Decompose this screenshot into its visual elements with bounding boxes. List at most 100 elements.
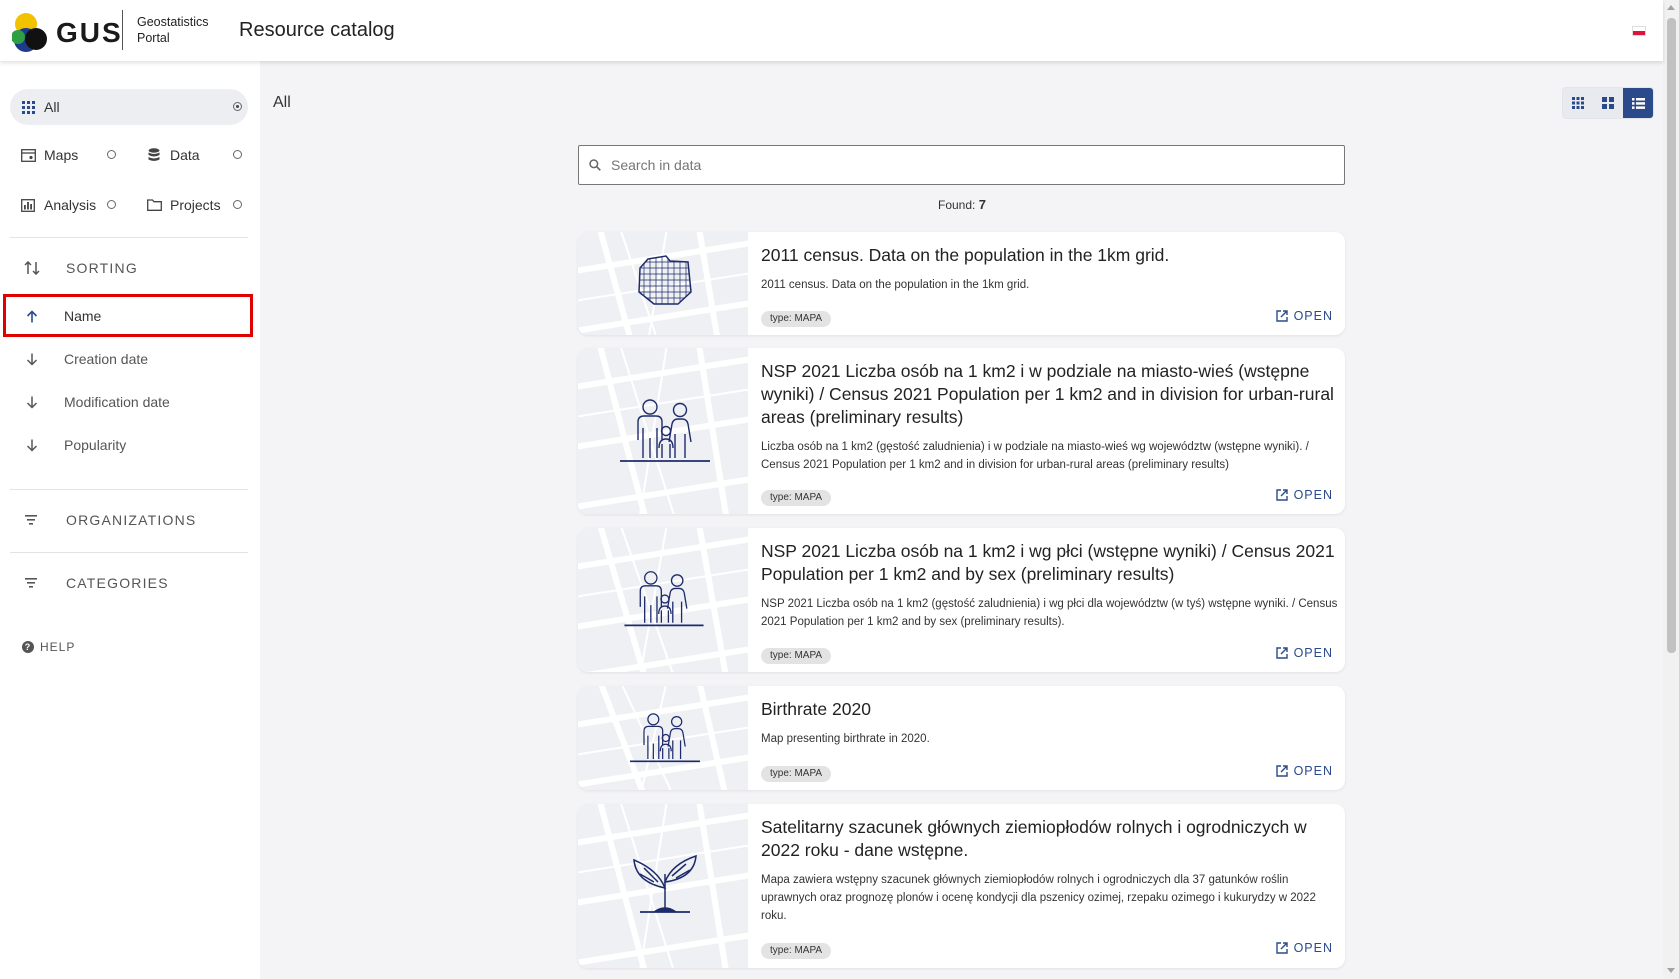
categories-title: CATEGORIES (66, 575, 169, 591)
type-label: Maps (44, 147, 79, 163)
search-icon (589, 159, 601, 171)
card-title[interactable]: NSP 2021 Liczba osób na 1 km2 i wg płci … (761, 540, 1339, 586)
card-thumbnail (578, 528, 748, 672)
gus-logo-icon (11, 13, 47, 52)
brand-line-2: Portal (137, 31, 170, 45)
external-link-icon (1275, 942, 1288, 954)
arrow-down-icon (24, 439, 40, 452)
card-body: Birthrate 2020 Map presenting birthrate … (761, 698, 1339, 748)
divider (10, 552, 248, 553)
result-card[interactable]: Birthrate 2020 Map presenting birthrate … (578, 686, 1345, 790)
chart-icon (20, 197, 36, 213)
family-icon (624, 571, 704, 627)
type-filter-data[interactable]: Data (146, 140, 200, 170)
sidebar: All Maps Data Analysis Projects SORTING (0, 61, 260, 979)
brand-subtitle: Geostatistics Portal (137, 14, 209, 46)
sort-creation-date[interactable]: Creation date (24, 351, 148, 367)
pl-flag-icon[interactable] (1632, 26, 1646, 36)
open-label: OPEN (1293, 646, 1333, 660)
open-button[interactable]: OPEN (1275, 309, 1333, 323)
external-link-icon (1275, 765, 1288, 777)
type-filter-analysis[interactable]: Analysis (20, 190, 96, 220)
plant-icon (633, 854, 697, 913)
divider (10, 237, 248, 238)
radio-maps[interactable] (107, 150, 116, 159)
categories-header[interactable]: CATEGORIES (24, 575, 169, 591)
card-title[interactable]: NSP 2021 Liczba osób na 1 km2 i w podzia… (761, 360, 1339, 429)
card-body: Satelitarny szacunek głównych ziemiopłod… (761, 816, 1339, 925)
breadcrumb: All (273, 94, 291, 111)
result-card[interactable]: Satelitarny szacunek głównych ziemiopłod… (578, 804, 1345, 968)
sort-modification-date[interactable]: Modification date (24, 394, 170, 410)
result-card[interactable]: NSP 2021 Liczba osób na 1 km2 i w podzia… (578, 348, 1345, 514)
filter-icon (24, 578, 44, 588)
type-filter-projects[interactable]: Projects (146, 190, 221, 220)
external-link-icon (1275, 310, 1288, 322)
grid-map-icon (638, 255, 692, 305)
card-thumbnail (578, 686, 748, 790)
type-badge: type: MAPA (761, 648, 832, 664)
type-badge: type: MAPA (761, 766, 832, 782)
sort-label: Popularity (64, 437, 127, 453)
result-card[interactable]: 2011 census. Data on the population in t… (578, 232, 1345, 335)
grid-icon (20, 99, 36, 115)
result-card[interactable]: NSP 2021 Liczba osób na 1 km2 i wg płci … (578, 528, 1345, 672)
app-title: Resource catalog (239, 19, 395, 41)
open-button[interactable]: OPEN (1275, 941, 1333, 955)
list-view-button[interactable] (1623, 88, 1653, 118)
family-icon (620, 399, 710, 462)
sorting-title: SORTING (66, 260, 138, 276)
large-grid-view-button[interactable] (1593, 88, 1623, 118)
found-count: Found: 7 (938, 197, 986, 212)
open-button[interactable]: OPEN (1275, 488, 1333, 502)
card-title[interactable]: Satelitarny szacunek głównych ziemiopłod… (761, 816, 1339, 862)
card-thumbnail (578, 348, 748, 514)
card-body: NSP 2021 Liczba osób na 1 km2 i w podzia… (761, 360, 1339, 474)
help-label: HELP (40, 640, 76, 654)
card-title[interactable]: 2011 census. Data on the population in t… (761, 244, 1339, 267)
radio-all[interactable] (233, 102, 242, 111)
type-badge: type: MAPA (761, 943, 832, 959)
type-label: Projects (170, 197, 221, 213)
sort-popularity[interactable]: Popularity (24, 437, 126, 453)
highlight-box (3, 294, 253, 337)
gus-logo[interactable]: GUS (11, 11, 121, 53)
logo-text: GUS (56, 17, 123, 48)
search-box[interactable] (578, 145, 1345, 185)
top-bar: GUS Geostatistics Portal Resource catalo… (0, 0, 1663, 61)
page-scrollbar[interactable] (1663, 0, 1679, 979)
open-button[interactable]: OPEN (1275, 646, 1333, 660)
type-filter-all-label[interactable]: All (20, 92, 60, 122)
open-label: OPEN (1293, 764, 1333, 778)
radio-projects[interactable] (233, 200, 242, 209)
help-link[interactable]: ? HELP (22, 640, 75, 654)
radio-data[interactable] (233, 150, 242, 159)
radio-analysis[interactable] (107, 200, 116, 209)
large-grid-icon (1602, 97, 1614, 109)
database-icon (146, 147, 162, 163)
open-button[interactable]: OPEN (1275, 764, 1333, 778)
sort-icon (24, 261, 44, 275)
type-badge: type: MAPA (761, 311, 832, 327)
found-label: Found: (938, 198, 976, 212)
search-input[interactable] (609, 156, 1293, 174)
brand-separator (122, 10, 123, 50)
card-title[interactable]: Birthrate 2020 (761, 698, 1339, 721)
type-badge: type: MAPA (761, 490, 832, 506)
type-label: All (44, 99, 60, 115)
organizations-header[interactable]: ORGANIZATIONS (24, 512, 196, 528)
card-description: Mapa zawiera wstępny szacunek głównych z… (761, 874, 1316, 922)
type-filter-maps[interactable]: Maps (20, 140, 78, 170)
folder-icon (146, 197, 162, 213)
external-link-icon (1275, 647, 1288, 659)
card-thumbnail (578, 232, 748, 335)
card-description: Liczba osób na 1 km2 (gęstość zaludnieni… (761, 441, 1309, 471)
scroll-down-arrow-icon[interactable] (1667, 968, 1675, 973)
scrollbar-thumb[interactable] (1667, 18, 1676, 653)
scroll-up-arrow-icon[interactable] (1667, 5, 1675, 10)
small-grid-view-button[interactable] (1563, 88, 1593, 118)
type-label: Data (170, 147, 200, 163)
list-icon (1631, 97, 1645, 109)
found-number: 7 (978, 197, 986, 212)
card-body: 2011 census. Data on the population in t… (761, 244, 1339, 294)
